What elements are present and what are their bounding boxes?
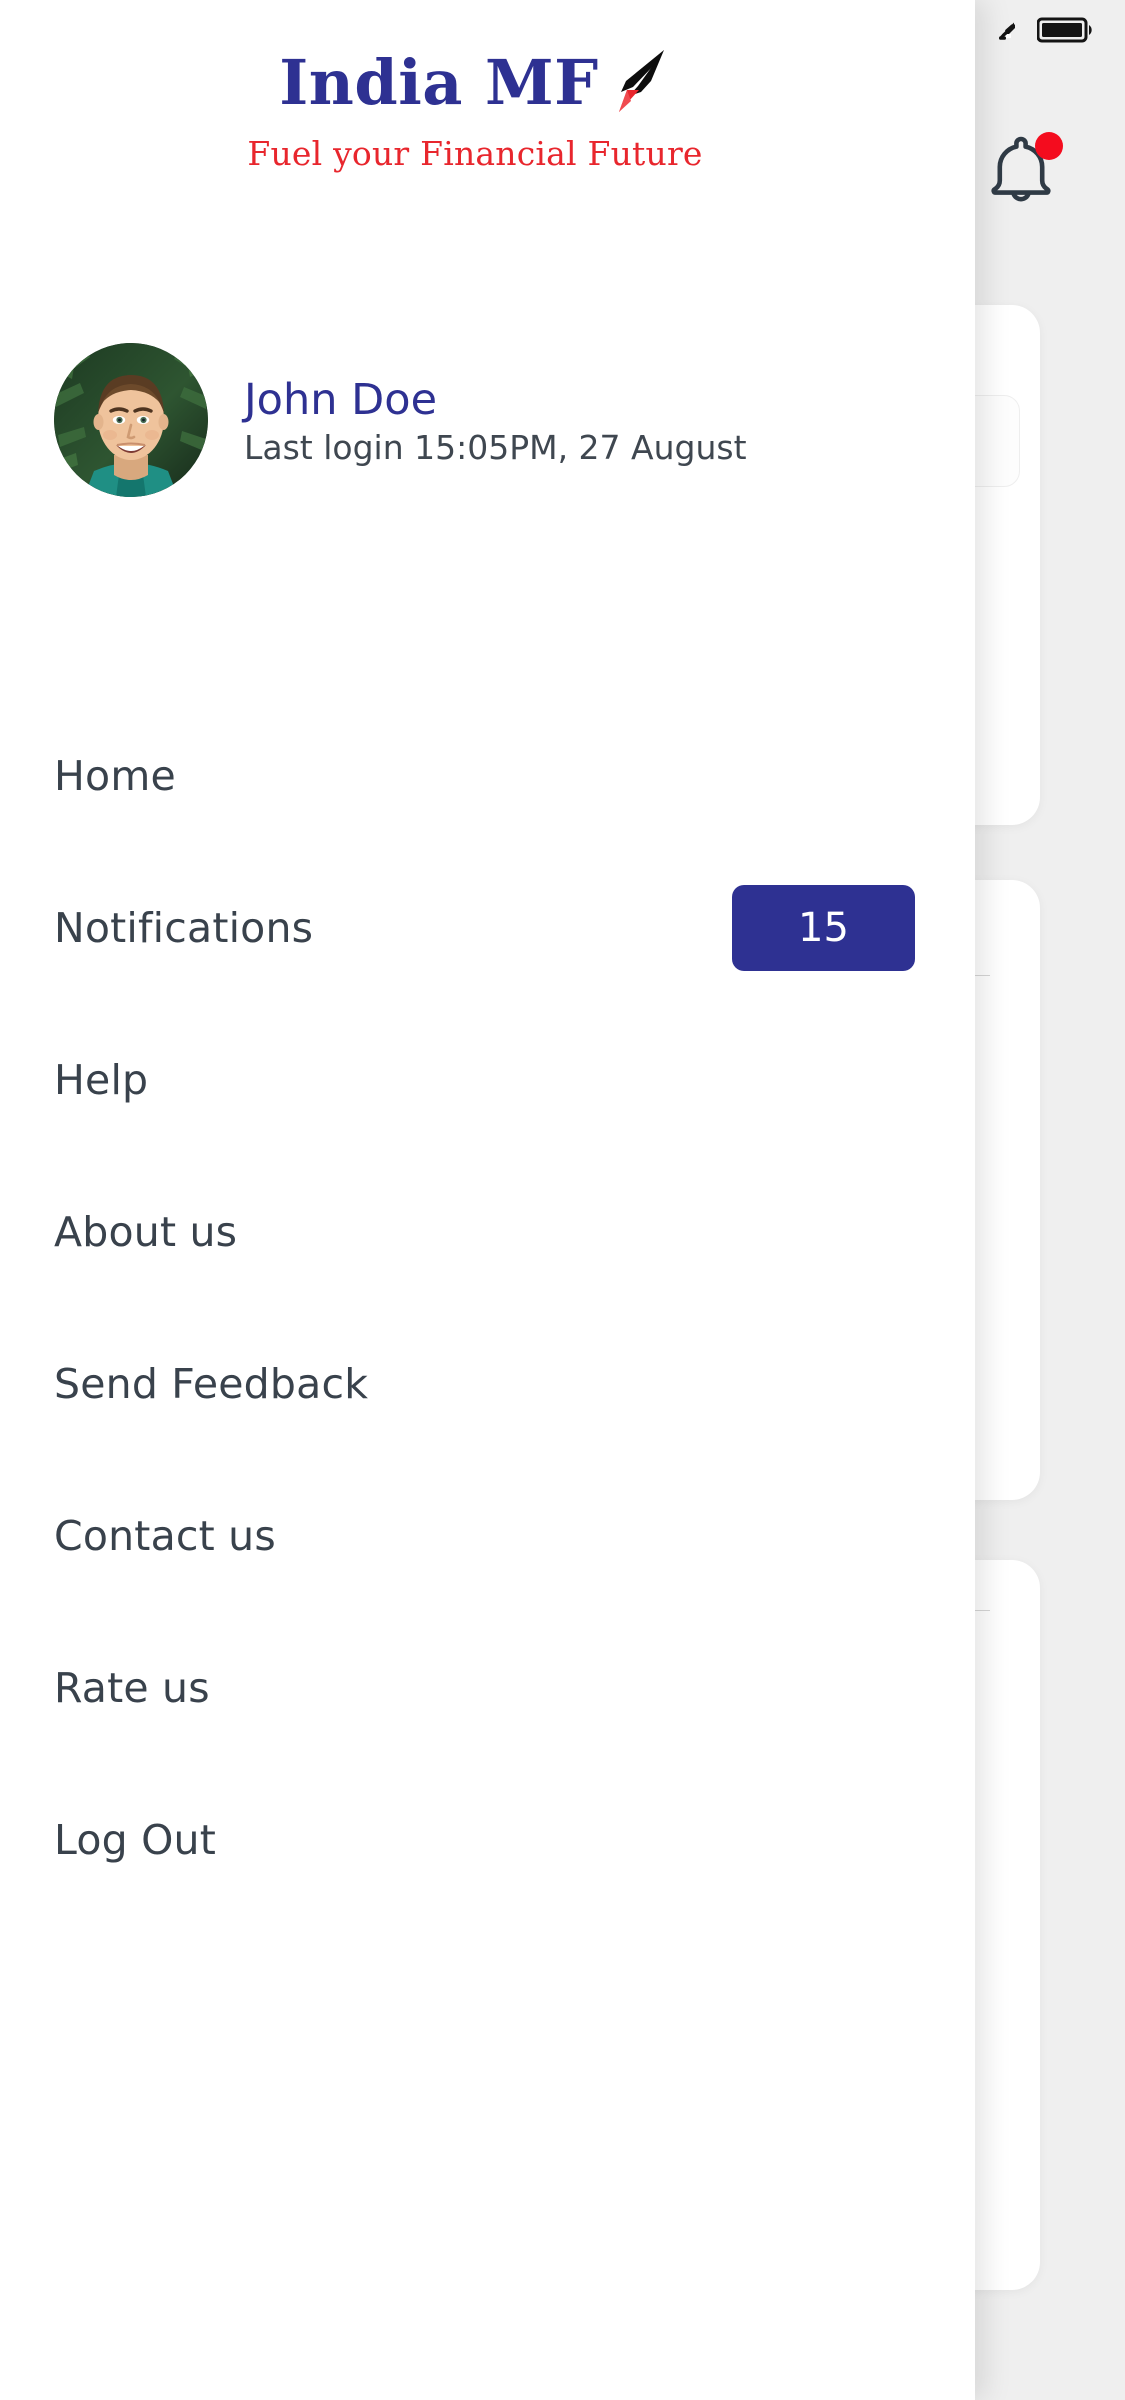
menu-item-label: About us — [54, 1207, 238, 1256]
notifications-count-badge: 15 — [732, 885, 915, 971]
menu-item-rate-us[interactable]: Rate us — [0, 1612, 975, 1764]
menu-item-label: Log Out — [54, 1815, 216, 1864]
menu-item-label: Home — [54, 751, 176, 800]
menu-item-help[interactable]: Help — [0, 1004, 975, 1156]
bell-icon — [985, 136, 1057, 210]
menu-item-home[interactable]: Home — [0, 700, 975, 852]
avatar[interactable] — [54, 343, 208, 497]
notification-unread-dot — [1035, 132, 1063, 160]
menu-item-contact-us[interactable]: Contact us — [0, 1460, 975, 1612]
menu-item-about-us[interactable]: About us — [0, 1156, 975, 1308]
last-login-text: Last login 15:05PM, 27 August — [244, 428, 747, 468]
wifi-icon — [995, 17, 1021, 47]
menu-item-label: Send Feedback — [54, 1359, 369, 1408]
status-bar — [0, 0, 1125, 64]
menu-item-send-feedback[interactable]: Send Feedback — [0, 1308, 975, 1460]
menu-item-log-out[interactable]: Log Out — [0, 1764, 975, 1916]
menu-item-label: Notifications — [54, 903, 314, 952]
drawer-menu: Home Notifications 15 Help About us Send… — [0, 700, 975, 1916]
user-name: John Doe — [244, 375, 438, 426]
menu-item-label: Rate us — [54, 1663, 210, 1712]
app-tagline: Fuel your Financial Future — [247, 134, 703, 173]
app-screen: India MF Fuel your Financial Future John… — [0, 0, 1125, 2400]
notifications-bell-button[interactable] — [985, 130, 1069, 214]
menu-item-label: Help — [54, 1055, 149, 1104]
user-profile[interactable]: John Doe Last login 15:05PM, 27 August — [54, 310, 914, 530]
menu-item-notifications[interactable]: Notifications 15 — [0, 852, 975, 1004]
profile-text: John Doe Last login 15:05PM, 27 August — [244, 374, 747, 466]
battery-full-icon — [1036, 16, 1097, 48]
menu-item-label: Contact us — [54, 1511, 276, 1560]
app-logo: India MF Fuel your Financial Future — [0, 50, 950, 173]
